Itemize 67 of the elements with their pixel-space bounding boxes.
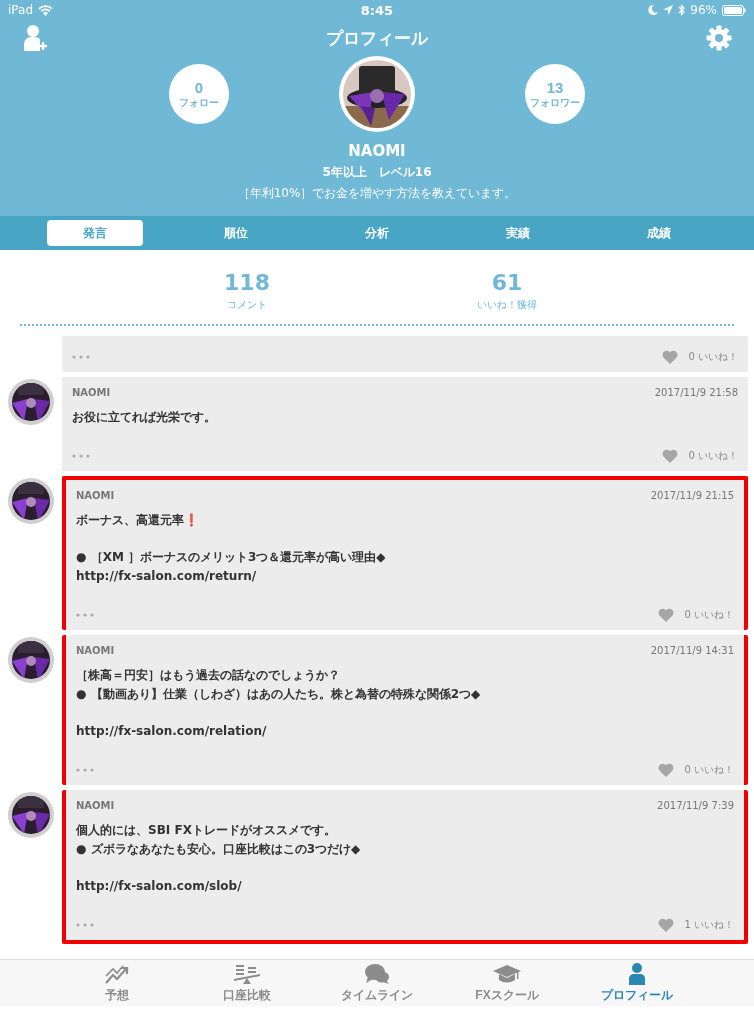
wifi-icon: [38, 4, 53, 16]
device-name: iPad: [8, 3, 33, 17]
heart-icon[interactable]: [662, 449, 679, 463]
person-icon[interactable]: [628, 962, 646, 985]
tab[interactable]: 順位: [187, 220, 284, 246]
stat-label: コメント: [227, 298, 267, 312]
post-author: NAOMI: [76, 645, 115, 656]
like-count: 0 いいね！: [688, 449, 738, 463]
heart-icon[interactable]: [658, 608, 675, 622]
like-count: 0 いいね！: [684, 763, 734, 777]
post-text: ● ［XM ］ボーナスのメリット3つ＆還元率が高い理由◆: [76, 549, 387, 566]
followers-count-button[interactable]: 13 フォロワー: [525, 64, 585, 124]
post-date: 2017/11/9 21:15: [650, 490, 734, 501]
stat-label: いいね！獲得: [477, 298, 537, 312]
profile-bio: ［年利10%］でお金を増やす方法を教えています。: [237, 185, 517, 202]
settings-button[interactable]: [706, 25, 732, 51]
following-count-button[interactable]: 0 フォロー: [169, 64, 229, 124]
more-button[interactable]: [76, 923, 94, 927]
post-text: http://fx-salon.com/return/: [76, 568, 258, 585]
add-user-button[interactable]: [24, 24, 48, 52]
nav-tab[interactable]: 予想: [77, 960, 157, 1006]
post-text: ● ズボラなあなたも安心。口座比較はこの3つだけ◆: [76, 841, 362, 858]
post-text: ボーナス、高還元率❗: [76, 512, 200, 529]
balance-icon[interactable]: [234, 962, 260, 985]
more-button[interactable]: [76, 768, 94, 772]
post-text: ［株高＝円安］はもう過去の話なのでしょうか？: [76, 667, 341, 684]
post-text: http://fx-salon.com/slob/: [76, 878, 243, 895]
post-text: お役に立てれば光栄です。: [72, 409, 217, 426]
post-date: 2017/11/9 21:58: [654, 387, 738, 398]
stat-value: 118: [224, 270, 270, 295]
status-time: 8:45: [360, 2, 394, 18]
tab[interactable]: 実績: [470, 220, 567, 246]
more-button[interactable]: [76, 613, 94, 617]
tab[interactable]: 分析: [328, 220, 425, 246]
location-icon: [663, 5, 674, 15]
screen-title: プロフィール: [326, 26, 428, 50]
more-button[interactable]: [72, 355, 90, 359]
battery-percent: 96%: [690, 3, 717, 17]
speech-bubbles-icon[interactable]: [364, 962, 390, 985]
post-date: 2017/11/9 7:39: [657, 800, 734, 811]
like-count: 0 いいね！: [684, 608, 734, 622]
nav-tab[interactable]: プロフィール: [597, 960, 677, 1006]
post-author: NAOMI: [76, 490, 115, 501]
stat-value: 61: [491, 270, 523, 295]
post-text: http://fx-salon.com/relation/: [76, 723, 268, 740]
profile-level: 5年以上 レベル16: [322, 164, 432, 181]
graduation-cap-icon[interactable]: [493, 962, 521, 985]
like-count: 0 いいね！: [688, 350, 738, 364]
profile-name: NAOMI: [348, 142, 406, 160]
like-count: 1 いいね！: [684, 918, 734, 932]
tab[interactable]: 発言: [46, 220, 143, 246]
more-button[interactable]: [72, 454, 90, 458]
battery-icon: [722, 4, 746, 16]
nav-tab[interactable]: 口座比較: [207, 960, 287, 1006]
nav-tab[interactable]: FXスクール: [467, 960, 547, 1006]
heart-icon[interactable]: [662, 350, 679, 364]
post-author: NAOMI: [76, 800, 115, 811]
bluetooth-icon: [678, 4, 686, 16]
tab[interactable]: 成績: [611, 220, 708, 246]
post-author: NAOMI: [72, 387, 111, 398]
nav-tab[interactable]: タイムライン: [337, 960, 417, 1006]
post-date: 2017/11/9 14:31: [650, 645, 734, 656]
heart-icon[interactable]: [658, 918, 675, 932]
moon-icon: [648, 5, 659, 15]
heart-icon[interactable]: [658, 763, 675, 777]
post-text: 個人的には、SBI FXトレードがオススメです。: [76, 822, 337, 839]
post-text: ● 【動画あり】仕業（しわざ）はあの人たち。株と為替の特殊な関係2つ◆: [76, 686, 482, 703]
